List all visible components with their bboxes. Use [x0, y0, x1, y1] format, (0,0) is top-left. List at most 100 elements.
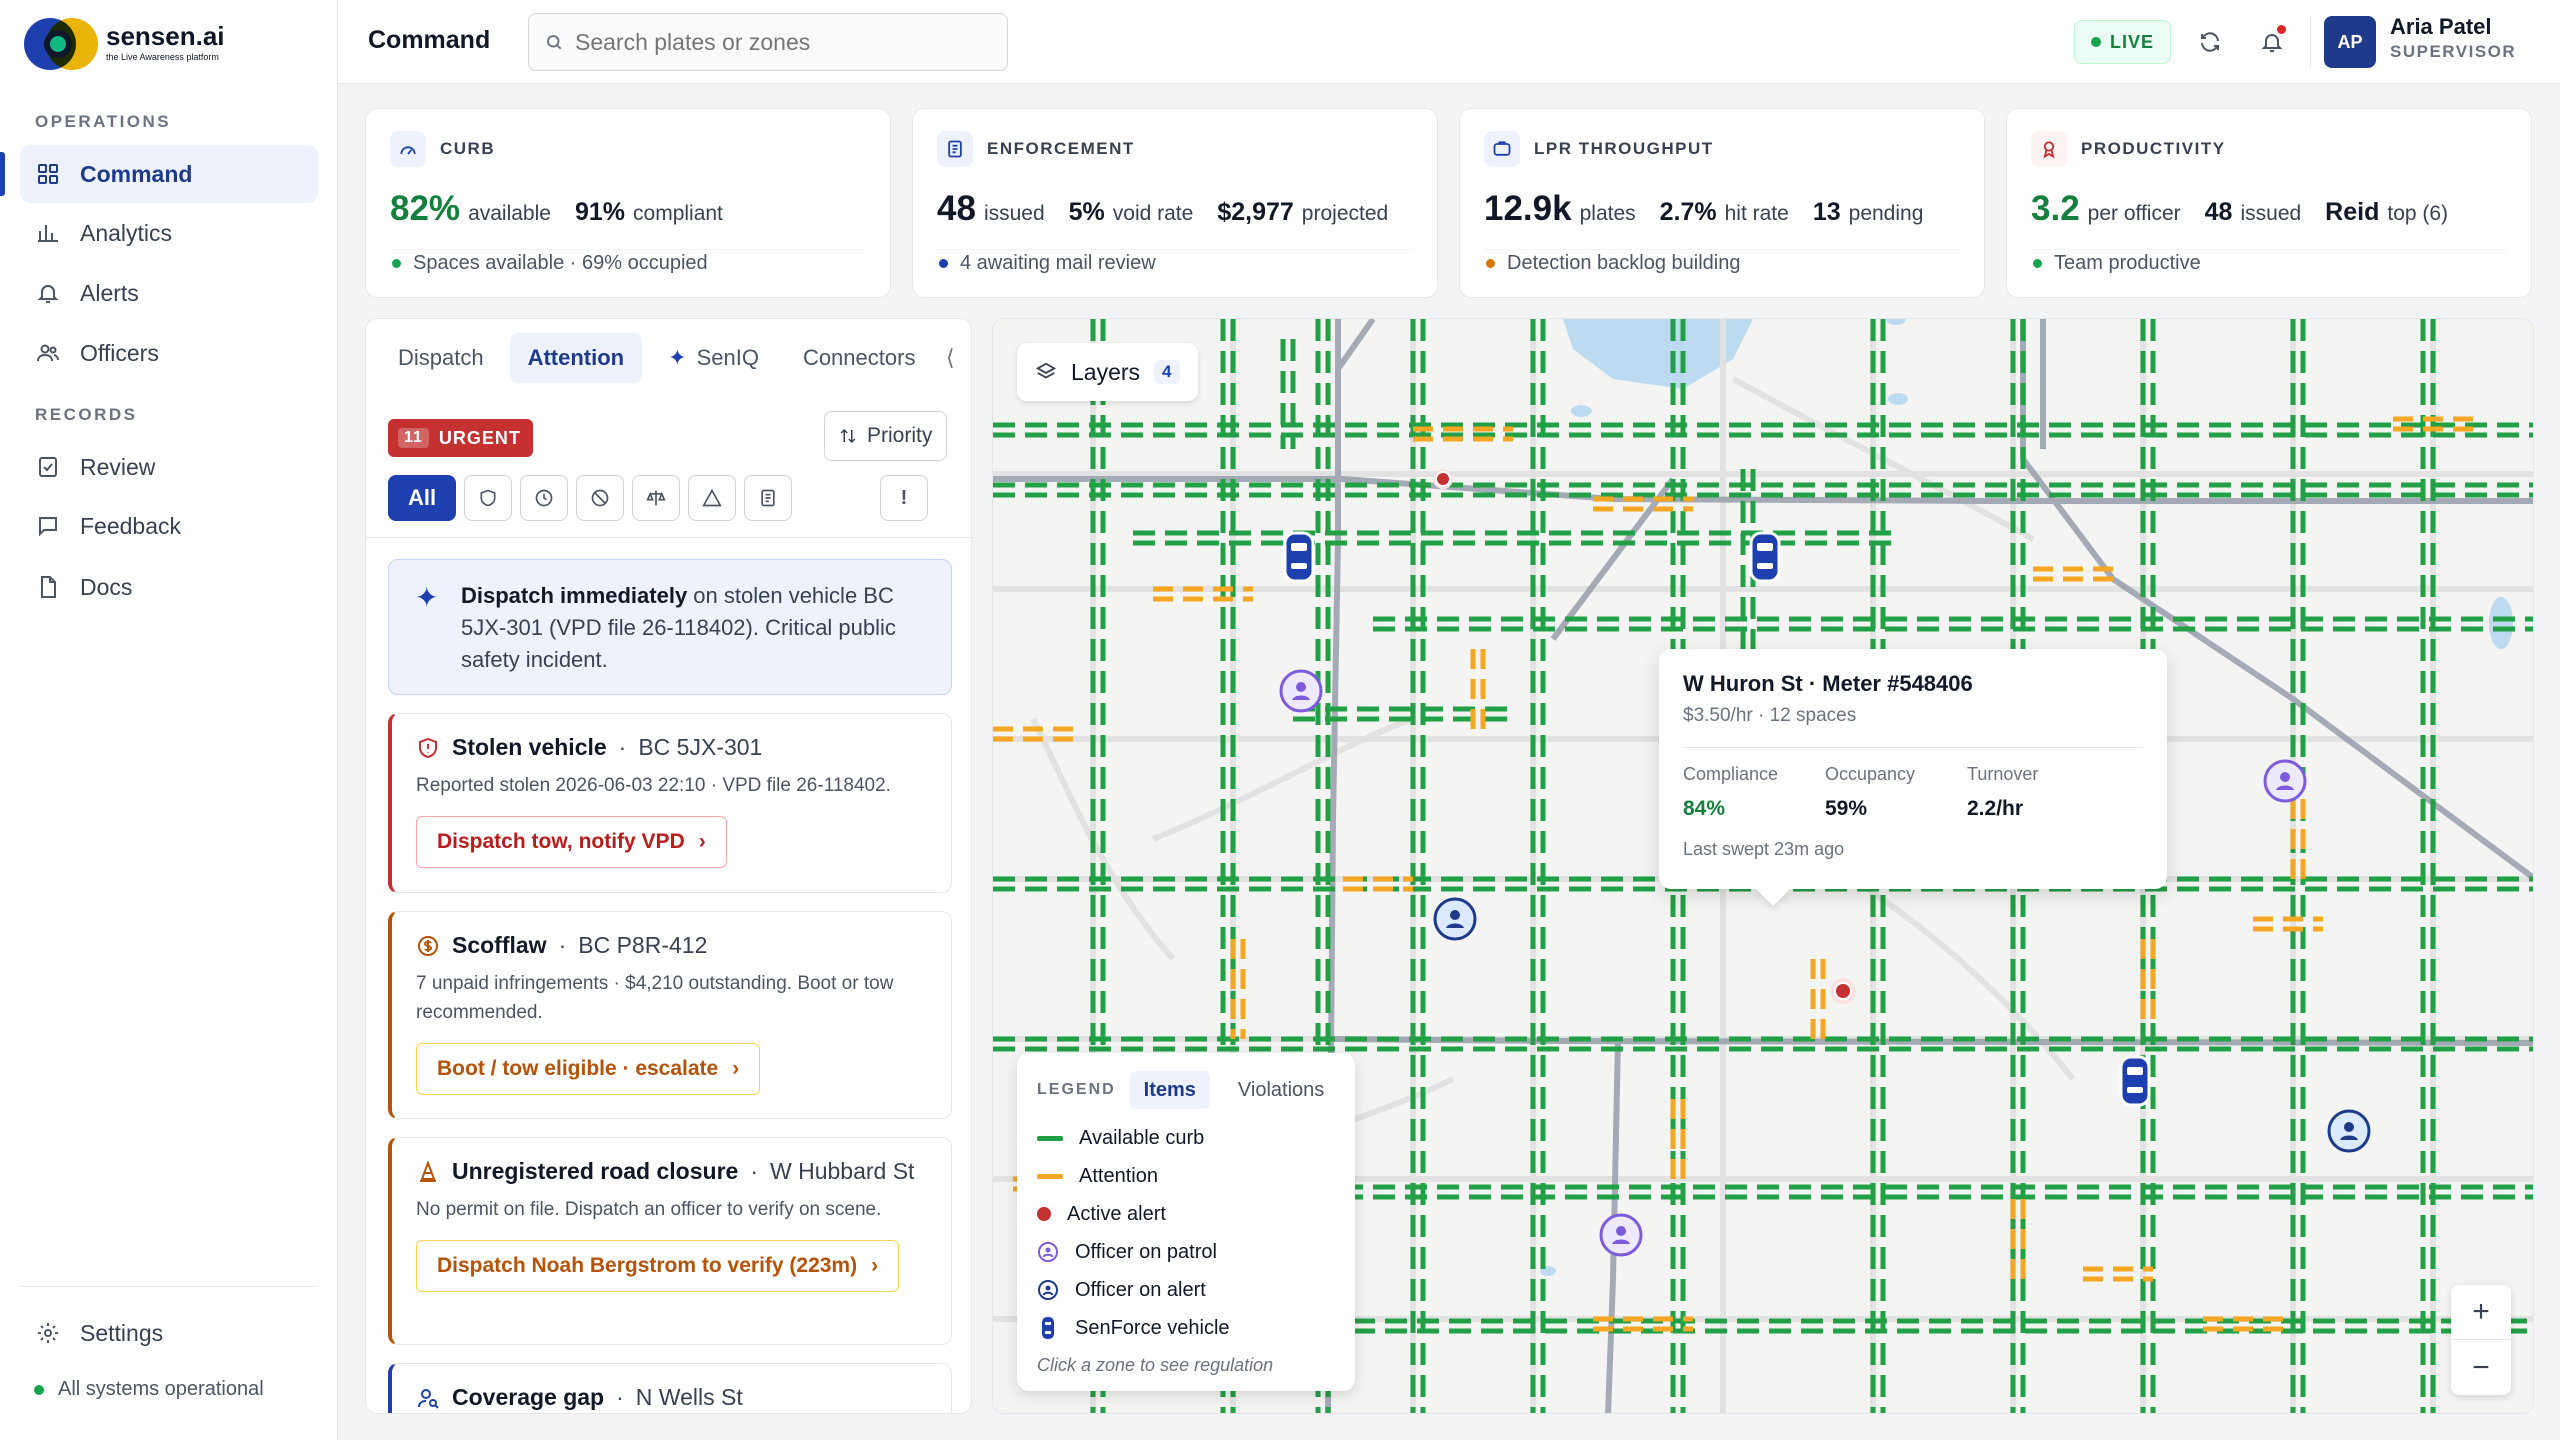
ai-recommendation: ✦ Dispatch immediately on stolen vehicle… — [388, 559, 952, 695]
card-lpr-throughput[interactable]: LPR THROUGHPUT 12.9k plates 2.7% hit rat… — [1459, 108, 1985, 298]
collapse-panel-icon[interactable]: ⟨ — [946, 345, 955, 371]
metric-value: 48 — [937, 189, 976, 228]
zone-popup-title: W Huron St · Meter #548406 — [1683, 671, 1973, 696]
tab-dispatch[interactable]: Dispatch — [380, 333, 502, 383]
filter-clock[interactable] — [520, 475, 568, 521]
dollar-circle-icon — [418, 935, 438, 956]
metric-label: plates — [1579, 202, 1636, 225]
layers-button[interactable]: Layers 4 — [1017, 343, 1198, 401]
sidebar-item-docs[interactable]: Docs — [20, 558, 318, 616]
alert-card[interactable]: Coverage gap · N Wells St — [388, 1363, 952, 1413]
avatar[interactable]: AP — [2324, 16, 2376, 68]
tab-seniq[interactable]: ✦ SenIQ — [650, 333, 777, 383]
sidebar-item-feedback[interactable]: Feedback — [20, 497, 318, 555]
alert-card[interactable]: Unregistered road closure · W Hubbard St… — [388, 1137, 952, 1345]
sidebar-item-officers[interactable]: Officers — [20, 324, 318, 382]
alert-title: Unregistered road closure — [452, 1158, 739, 1184]
alert-card[interactable]: Scofflaw · BC P8R-412 7 unpaid infringem… — [388, 911, 952, 1119]
officer-on-patrol-marker[interactable] — [1599, 1213, 1643, 1257]
legend-row: Active alert — [1037, 1201, 1335, 1227]
user-search-icon — [418, 1388, 439, 1409]
filter-all[interactable]: All — [388, 475, 456, 521]
metric-value: $2,977 — [1217, 198, 1294, 226]
card-enforcement[interactable]: ENFORCEMENT 48 issued 5% void rate $2,97… — [912, 108, 1438, 298]
filter-document[interactable] — [744, 475, 792, 521]
zone-stat-value: 59% — [1825, 797, 1868, 820]
alert-description: Reported stolen 2026-06-03 22:10 · VPD f… — [416, 775, 891, 796]
user-divider — [2310, 16, 2311, 68]
alert-action-label: Dispatch Noah Bergstrom to verify (223m) — [437, 1254, 858, 1277]
live-badge: LIVE — [2074, 20, 2172, 64]
sidebar-item-label: Analytics — [80, 219, 173, 246]
alert-title: Stolen vehicle — [452, 734, 607, 760]
filter-scale[interactable] — [632, 475, 680, 521]
metric-label: available — [468, 202, 551, 225]
sidebar: sensen.ai the Live Awareness platform OP… — [0, 0, 338, 1440]
attention-panel: Dispatch Attention ✦ SenIQ Connectors ⟨ … — [365, 318, 972, 1414]
chevron-right-icon: › — [732, 1057, 740, 1080]
urgent-badge: 11 URGENT — [388, 419, 533, 457]
page-title: Command — [368, 26, 491, 54]
officer-on-alert-marker[interactable] — [1433, 897, 1477, 941]
alert-action-button[interactable]: Dispatch Noah Bergstrom to verify (223m)… — [416, 1240, 900, 1292]
active-alert-marker[interactable] — [1431, 467, 1455, 491]
layers-icon — [1035, 362, 1057, 379]
active-alert-marker[interactable] — [1829, 977, 1857, 1005]
card-curb[interactable]: CURB 82% available 91% compliant Spaces … — [365, 108, 891, 298]
sidebar-item-label: Officers — [80, 339, 159, 366]
senforce-vehicle-marker[interactable] — [1749, 531, 1781, 583]
search-box[interactable] — [528, 13, 1008, 71]
legend-row-label: Active alert — [1067, 1202, 1166, 1225]
metric-value: 3.2 — [2031, 189, 2080, 228]
map-legend: LEGEND Items Violations Available curb A… — [1017, 1053, 1355, 1391]
alert-action-button[interactable]: Boot / tow eligible · escalate › — [416, 1043, 761, 1095]
bar-chart-icon — [38, 225, 58, 242]
officer-on-patrol-marker[interactable] — [2263, 759, 2307, 803]
sidebar-item-review[interactable]: Review — [20, 438, 318, 496]
brand[interactable]: sensen.ai the Live Awareness platform — [24, 14, 225, 70]
tab-legend-items[interactable]: Items — [1129, 1071, 1210, 1109]
legend-hint: Click a zone to see regulation — [1037, 1355, 1274, 1375]
alert-card[interactable]: Stolen vehicle · BC 5JX-301 Reported sto… — [388, 713, 952, 893]
available-curb-swatch — [1037, 1135, 1063, 1141]
filter-shield[interactable] — [464, 475, 512, 521]
metric-value: 5% — [1068, 198, 1105, 226]
sidebar-item-settings[interactable]: Settings — [20, 1304, 318, 1362]
alert-action-button[interactable]: Dispatch tow, notify VPD › — [416, 816, 727, 868]
zone-stat: Compliance 84% — [1683, 764, 1825, 821]
officer-on-patrol-marker[interactable] — [1279, 669, 1323, 713]
tab-attention[interactable]: Attention — [509, 333, 643, 383]
zone-popup[interactable]: W Huron St · Meter #548406 $3.50/hr · 12… — [1659, 649, 2167, 889]
sidebar-item-label: Settings — [80, 1319, 164, 1346]
officer-on-alert-marker[interactable] — [2327, 1109, 2371, 1153]
refresh-icon — [2201, 32, 2219, 52]
senforce-vehicle-marker[interactable] — [1283, 531, 1315, 583]
search-input[interactable] — [575, 28, 975, 56]
card-productivity[interactable]: PRODUCTIVITY 3.2 per officer 48 issued R… — [2006, 108, 2532, 298]
tab-legend-violations[interactable]: Violations — [1224, 1071, 1338, 1109]
metric-value: 13 — [1812, 198, 1841, 226]
brand-name: sensen.ai — [106, 20, 225, 51]
priority-sort-button[interactable]: Priority — [824, 411, 948, 461]
alert-title: Coverage gap — [452, 1384, 605, 1410]
sort-icon — [840, 428, 856, 444]
notifications-button[interactable] — [2252, 22, 2292, 62]
senforce-vehicle-marker[interactable] — [2119, 1055, 2151, 1107]
metric-label: projected — [1301, 202, 1389, 225]
clipboard-check-icon — [39, 457, 57, 477]
filter-ban[interactable] — [576, 475, 624, 521]
sidebar-item-analytics[interactable]: Analytics — [20, 204, 318, 262]
urgent-count: 11 — [398, 428, 429, 448]
filter-exclamation[interactable]: ! — [880, 475, 928, 521]
filter-warning[interactable] — [688, 475, 736, 521]
sidebar-item-command[interactable]: Command — [20, 145, 318, 203]
legend-row: Attention — [1037, 1163, 1335, 1189]
map-view[interactable]: Layers 4 W Huron St · Meter #548406 $3.5… — [992, 318, 2534, 1414]
refresh-button[interactable] — [2190, 22, 2230, 62]
zoom-in-button[interactable]: + — [2451, 1285, 2511, 1340]
zoom-out-button[interactable]: − — [2451, 1340, 2511, 1395]
tab-connectors[interactable]: Connectors — [785, 333, 934, 383]
sidebar-item-alerts[interactable]: Alerts — [20, 264, 318, 322]
cone-icon — [420, 1159, 436, 1182]
card-status: Spaces available · 69% occupied — [392, 252, 708, 275]
